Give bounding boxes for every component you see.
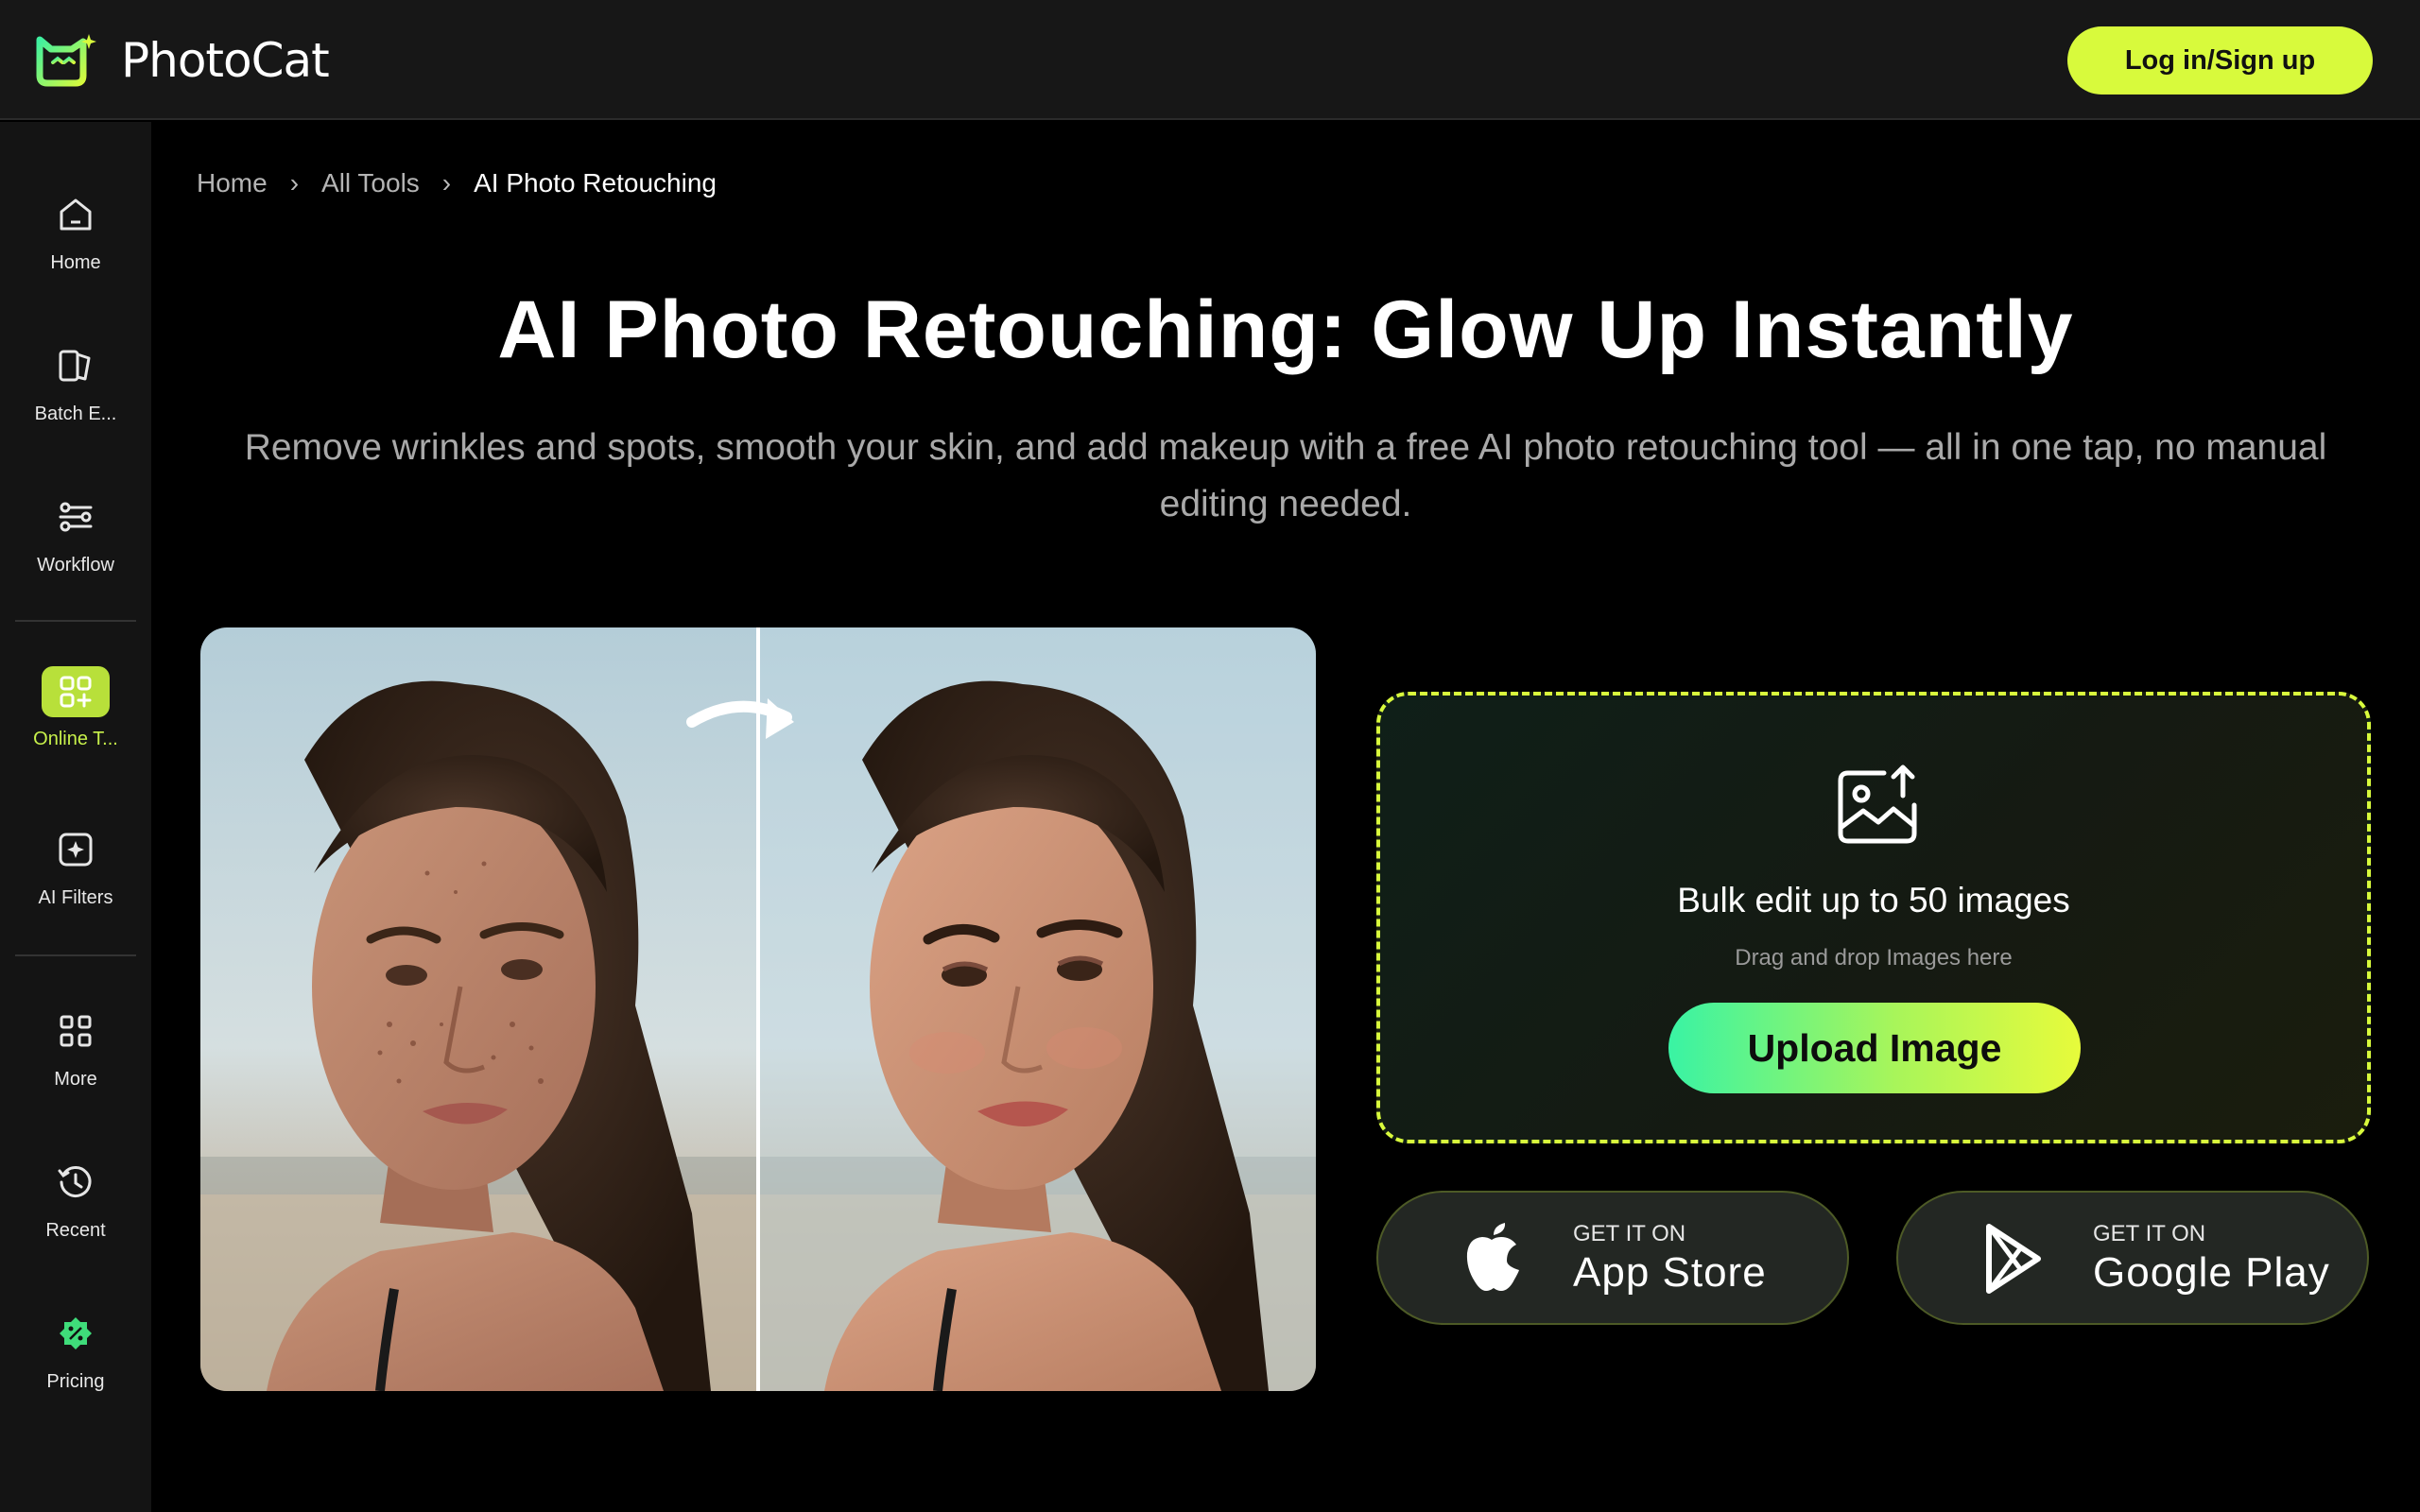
grid-icon (49, 1005, 102, 1057)
sidebar-item-online-tools[interactable]: Online T... (0, 636, 151, 759)
workflow-icon (49, 490, 102, 543)
chevron-right-icon: › (289, 168, 300, 198)
ai-filters-icon (49, 823, 102, 876)
upload-image-button[interactable]: Upload Image (1668, 1003, 2081, 1093)
breadcrumb: Home › All Tools › AI Photo Retouching (197, 164, 717, 202)
sidebar-item-label: Home (50, 252, 101, 273)
google-play-button[interactable]: GET IT ON Google Play (1896, 1191, 2369, 1325)
sidebar-divider (15, 954, 136, 956)
home-icon (49, 188, 102, 241)
google-play-icon (1986, 1224, 2041, 1294)
sidebar-item-label: More (54, 1069, 97, 1090)
sidebar-item-more[interactable]: More (0, 974, 151, 1097)
app-store-caption: GET IT ON (1573, 1221, 1686, 1246)
google-play-caption: GET IT ON (2093, 1221, 2206, 1246)
page-title: AI Photo Retouching: Glow Up Instantly (497, 284, 2074, 375)
breadcrumb-home-link[interactable]: Home (197, 168, 268, 198)
sidebar-item-label: Workflow (37, 555, 114, 576)
upload-dropzone[interactable]: Bulk edit up to 50 images Drag and drop … (1376, 692, 2371, 1143)
page-subtitle: Remove wrinkles and spots, smooth your s… (244, 427, 2327, 524)
app-store-button[interactable]: GET IT ON App Store (1376, 1191, 1849, 1325)
breadcrumb-current: AI Photo Retouching (474, 168, 717, 198)
online-tools-icon (42, 666, 110, 717)
breadcrumb-all-tools-link[interactable]: All Tools (321, 168, 420, 198)
image-upload-icon (1838, 765, 1917, 844)
pricing-icon (49, 1307, 102, 1360)
sidebar-item-home[interactable]: Home (0, 158, 151, 281)
before-after-image[interactable] (200, 627, 1316, 1391)
sidebar-item-ai-filters[interactable]: AI Filters (0, 793, 151, 916)
brand-name: PhotoCat (121, 33, 330, 88)
apple-icon (1466, 1223, 1519, 1291)
sidebar-item-pricing[interactable]: Pricing (0, 1277, 151, 1400)
sidebar-item-label: Pricing (46, 1371, 105, 1392)
batch-edit-icon (49, 339, 102, 392)
sidebar-item-label: AI Filters (38, 887, 113, 908)
sidebar-item-label: Batch E... (34, 404, 117, 424)
sidebar-item-label: Online T... (33, 729, 118, 749)
sidebar-divider (15, 620, 136, 622)
sidebar-item-label: Recent (45, 1220, 106, 1241)
sidebar-item-batch-edit[interactable]: Batch E... (0, 309, 151, 432)
upload-hint: Drag and drop Images here (1735, 945, 2013, 971)
compare-slider-handle[interactable] (756, 627, 760, 1391)
app-store-label: App Store (1573, 1249, 1767, 1296)
photocat-logo-icon (36, 34, 96, 87)
google-play-label: Google Play (2093, 1249, 2330, 1296)
chevron-right-icon: › (441, 168, 452, 198)
login-signup-button[interactable]: Log in/Sign up (2067, 26, 2373, 94)
history-icon (49, 1156, 102, 1209)
top-bar: PhotoCat Log in/Sign up (0, 0, 2420, 120)
logo[interactable]: PhotoCat (34, 30, 330, 91)
sidebar-item-workflow[interactable]: Workflow (0, 460, 151, 583)
sidebar-item-recent[interactable]: Recent (0, 1125, 151, 1248)
upload-title: Bulk edit up to 50 images (1677, 881, 2070, 919)
sidebar: Home Batch E... Workflow Online T... AI … (0, 122, 151, 1512)
